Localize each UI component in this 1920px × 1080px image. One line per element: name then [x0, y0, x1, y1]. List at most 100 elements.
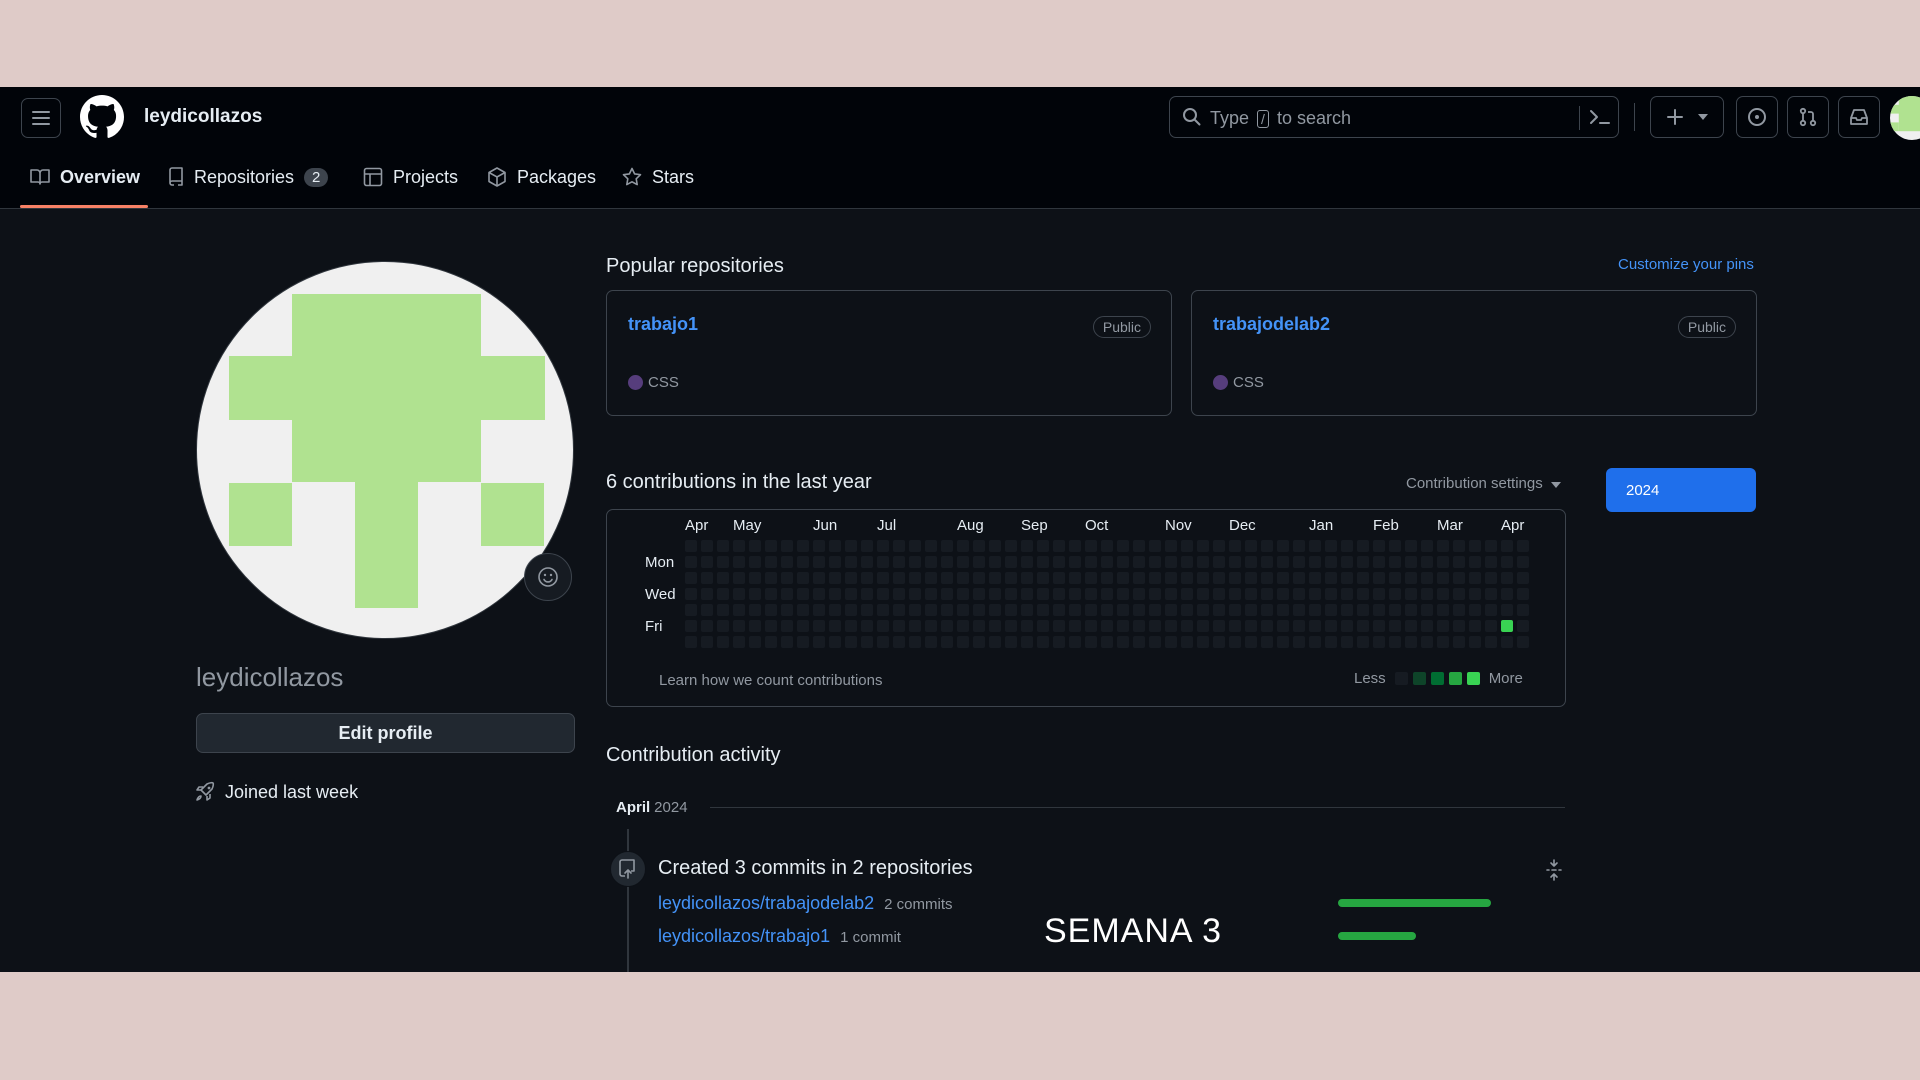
- contribution-cell[interactable]: [1213, 620, 1225, 632]
- contribution-cell[interactable]: [1149, 540, 1161, 552]
- contribution-cell[interactable]: [941, 556, 953, 568]
- activity-repo-link[interactable]: leydicollazos/trabajo1: [658, 926, 830, 947]
- contribution-cell[interactable]: [1485, 572, 1497, 584]
- contribution-cell[interactable]: [1437, 620, 1449, 632]
- contribution-cell[interactable]: [1485, 540, 1497, 552]
- contribution-cell[interactable]: [1229, 572, 1241, 584]
- contribution-cell[interactable]: [781, 556, 793, 568]
- contribution-cell[interactable]: [1309, 588, 1321, 600]
- contribution-cell[interactable]: [1501, 636, 1513, 648]
- contribution-cell[interactable]: [1117, 572, 1129, 584]
- contribution-cell[interactable]: [1021, 620, 1033, 632]
- contribution-cell[interactable]: [957, 588, 969, 600]
- contribution-cell[interactable]: [733, 604, 745, 616]
- repo-name-link[interactable]: trabajo1: [628, 314, 698, 335]
- contribution-cell[interactable]: [1165, 620, 1177, 632]
- contribution-cell[interactable]: [1437, 556, 1449, 568]
- contribution-cell[interactable]: [1197, 572, 1209, 584]
- contribution-cell[interactable]: [925, 572, 937, 584]
- contribution-cell[interactable]: [1293, 556, 1305, 568]
- contribution-cell[interactable]: [1293, 636, 1305, 648]
- contribution-cell[interactable]: [1229, 620, 1241, 632]
- edit-profile-button[interactable]: Edit profile: [196, 713, 575, 753]
- contribution-cell[interactable]: [909, 588, 921, 600]
- contribution-cell[interactable]: [1149, 588, 1161, 600]
- contribution-cell[interactable]: [813, 556, 825, 568]
- contribution-cell[interactable]: [989, 556, 1001, 568]
- tab-packages[interactable]: Packages: [487, 159, 596, 195]
- contribution-cell[interactable]: [829, 540, 841, 552]
- contribution-cell[interactable]: [1037, 604, 1049, 616]
- contribution-cell[interactable]: [1245, 636, 1257, 648]
- contribution-cell[interactable]: [1469, 604, 1481, 616]
- contribution-cell[interactable]: [1389, 540, 1401, 552]
- contribution-cell[interactable]: [685, 540, 697, 552]
- contribution-cell[interactable]: [1181, 556, 1193, 568]
- contribution-cell[interactable]: [1197, 556, 1209, 568]
- contribution-cell[interactable]: [1261, 540, 1273, 552]
- contribution-cell[interactable]: [1309, 556, 1321, 568]
- contribution-cell[interactable]: [909, 620, 921, 632]
- contribution-cell[interactable]: [685, 620, 697, 632]
- contribution-cell[interactable]: [733, 540, 745, 552]
- contribution-cell[interactable]: [1181, 588, 1193, 600]
- contribution-cell[interactable]: [925, 636, 937, 648]
- contribution-cell[interactable]: [1101, 636, 1113, 648]
- contribution-cell[interactable]: [1181, 636, 1193, 648]
- contribution-cell[interactable]: [1117, 588, 1129, 600]
- contribution-cell[interactable]: [1357, 604, 1369, 616]
- contribution-cell[interactable]: [909, 540, 921, 552]
- contribution-cell[interactable]: [1261, 620, 1273, 632]
- create-new-button[interactable]: [1650, 96, 1724, 138]
- contribution-cell[interactable]: [1341, 540, 1353, 552]
- contribution-cell[interactable]: [1149, 620, 1161, 632]
- contribution-cell[interactable]: [765, 556, 777, 568]
- contribution-cell[interactable]: [1053, 620, 1065, 632]
- contribution-cell[interactable]: [1357, 572, 1369, 584]
- contribution-cell[interactable]: [1373, 556, 1385, 568]
- contribution-cell[interactable]: [973, 620, 985, 632]
- contribution-cell[interactable]: [1213, 540, 1225, 552]
- contribution-cell[interactable]: [1309, 636, 1321, 648]
- contribution-cell[interactable]: [909, 636, 921, 648]
- contribution-cell[interactable]: [1245, 604, 1257, 616]
- contribution-cell[interactable]: [1149, 556, 1161, 568]
- contribution-cell[interactable]: [1293, 540, 1305, 552]
- contribution-cell[interactable]: [957, 636, 969, 648]
- contribution-cell[interactable]: [1021, 604, 1033, 616]
- contribution-cell[interactable]: [1101, 604, 1113, 616]
- activity-repo-link[interactable]: leydicollazos/trabajodelab2: [658, 893, 874, 914]
- contribution-cell[interactable]: [1021, 636, 1033, 648]
- contribution-cell[interactable]: [1277, 604, 1289, 616]
- notifications-button[interactable]: [1838, 96, 1880, 138]
- contribution-cell[interactable]: [813, 588, 825, 600]
- contribution-cell[interactable]: [1277, 588, 1289, 600]
- contribution-cell[interactable]: [1197, 620, 1209, 632]
- contribution-cell[interactable]: [957, 620, 969, 632]
- contribution-cell[interactable]: [1437, 572, 1449, 584]
- contribution-cell[interactable]: [1293, 588, 1305, 600]
- contribution-cell[interactable]: [685, 636, 697, 648]
- contribution-cell[interactable]: [1517, 556, 1529, 568]
- contribution-cell[interactable]: [1229, 556, 1241, 568]
- contribution-cell[interactable]: [1405, 604, 1417, 616]
- contribution-cell[interactable]: [925, 620, 937, 632]
- contribution-cell[interactable]: [861, 636, 873, 648]
- contribution-cell[interactable]: [1229, 588, 1241, 600]
- contribution-cell[interactable]: [813, 636, 825, 648]
- issues-button[interactable]: [1736, 96, 1778, 138]
- contribution-cell[interactable]: [813, 604, 825, 616]
- contribution-cell[interactable]: [1069, 604, 1081, 616]
- contribution-cell[interactable]: [1245, 620, 1257, 632]
- contribution-cell[interactable]: [1501, 540, 1513, 552]
- set-status-button[interactable]: [524, 553, 572, 601]
- contribution-cell[interactable]: [973, 540, 985, 552]
- contribution-cell[interactable]: [893, 588, 905, 600]
- contribution-cell[interactable]: [829, 620, 841, 632]
- contribution-cell[interactable]: [1037, 572, 1049, 584]
- contribution-cell[interactable]: [1037, 540, 1049, 552]
- contribution-cell[interactable]: [1453, 572, 1465, 584]
- tab-stars[interactable]: Stars: [622, 159, 694, 195]
- contribution-cell[interactable]: [1133, 572, 1145, 584]
- contribution-cell[interactable]: [1421, 588, 1433, 600]
